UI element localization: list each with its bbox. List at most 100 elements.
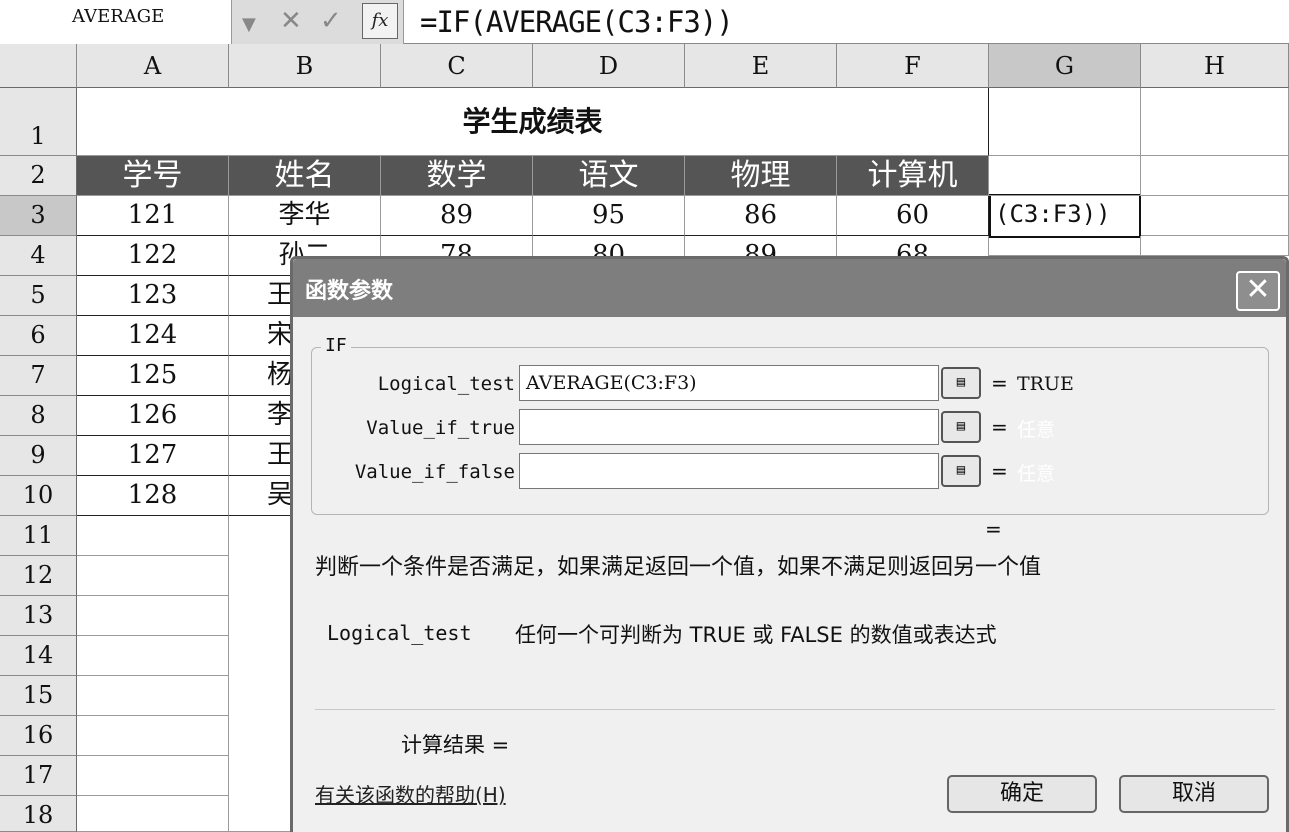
cell-a9[interactable]: 127	[77, 436, 229, 476]
cell-e3[interactable]: 86	[685, 196, 837, 236]
cell-g2[interactable]	[989, 156, 1141, 196]
value-if-false-input[interactable]	[519, 453, 939, 489]
cell-a16[interactable]	[77, 716, 229, 756]
function-help-link[interactable]: 有关该函数的帮助(H)	[315, 779, 506, 808]
header-cell-physics[interactable]: 物理	[685, 156, 837, 196]
cancel-button[interactable]: 取消	[1119, 775, 1269, 813]
column-header-g[interactable]: G	[989, 44, 1141, 88]
cell-a13[interactable]	[77, 596, 229, 636]
row-header-15[interactable]: 15	[0, 676, 77, 716]
function-description: 判断一个条件是否满足，如果满足返回一个值，如果不满足则返回另一个值	[315, 555, 1042, 580]
dialog-title-bar[interactable]: 函数参数 ✕	[293, 259, 1286, 317]
cell-f3[interactable]: 60	[837, 196, 989, 236]
cell-a15[interactable]	[77, 676, 229, 716]
cell-h2[interactable]	[1141, 156, 1289, 196]
column-header-e[interactable]: E	[685, 44, 837, 88]
row-header-1[interactable]: 1	[0, 88, 77, 156]
row-header-2[interactable]: 2	[0, 156, 77, 196]
value-if-false-result: 任意	[1017, 463, 1056, 485]
sheet-title[interactable]: 学生成绩表	[77, 88, 989, 156]
row-header-9[interactable]: 9	[0, 436, 77, 476]
enter-icon[interactable]: ✓	[320, 6, 342, 36]
calculation-result-label: 计算结果 =	[401, 733, 510, 757]
formula-result-equals: =	[985, 517, 1002, 541]
name-box[interactable]: AVERAGE	[0, 0, 232, 44]
column-header-d[interactable]: D	[533, 44, 685, 88]
cell-a5[interactable]: 123	[77, 276, 229, 316]
insert-function-button[interactable]: fx	[362, 3, 398, 39]
dialog-body: IF Logical_test AVERAGE(C3:F3) ▤ = TRUE …	[293, 317, 1286, 832]
header-cell-math[interactable]: 数学	[381, 156, 533, 196]
logical-test-input[interactable]: AVERAGE(C3:F3)	[519, 365, 939, 401]
function-arguments-dialog: 函数参数 ✕ IF Logical_test AVERAGE(C3:F3) ▤ …	[290, 256, 1289, 832]
cell-a17[interactable]	[77, 756, 229, 796]
header-cell-computer[interactable]: 计算机	[837, 156, 989, 196]
value-if-false-equals: =	[991, 459, 1008, 483]
header-cell-id[interactable]: 学号	[77, 156, 229, 196]
column-header-b[interactable]: B	[229, 44, 381, 88]
function-name-legend: IF	[321, 335, 351, 356]
active-cell-g3[interactable]: (C3:F3))	[989, 194, 1141, 238]
row-header-3[interactable]: 3	[0, 196, 77, 236]
column-header-c[interactable]: C	[381, 44, 533, 88]
value-if-true-input[interactable]	[519, 409, 939, 445]
dialog-title: 函数参数	[305, 279, 394, 304]
cancel-icon[interactable]: ✕	[280, 6, 302, 36]
logical-test-collapse-icon[interactable]: ▤	[941, 367, 981, 399]
value-if-true-label: Value_if_true	[366, 417, 515, 439]
row-header-12[interactable]: 12	[0, 556, 77, 596]
logical-test-equals: =	[991, 371, 1008, 395]
row-header-4[interactable]: 4	[0, 236, 77, 276]
cell-g1[interactable]	[989, 88, 1141, 156]
row-header-10[interactable]: 10	[0, 476, 77, 516]
logical-test-label: Logical_test	[377, 373, 515, 395]
row-header-13[interactable]: 13	[0, 596, 77, 636]
cell-a10[interactable]: 128	[77, 476, 229, 516]
cell-h3[interactable]	[1141, 196, 1289, 236]
formula-bar: AVERAGE ▼ ✕ ✓ fx =IF(AVERAGE(C3:F3))	[0, 0, 1289, 44]
cell-d3[interactable]: 95	[533, 196, 685, 236]
logical-test-result: TRUE	[1017, 373, 1074, 395]
cell-c3[interactable]: 89	[381, 196, 533, 236]
column-header-h[interactable]: H	[1141, 44, 1289, 88]
dialog-separator	[315, 709, 1275, 710]
column-header-f[interactable]: F	[837, 44, 989, 88]
cell-a12[interactable]	[77, 556, 229, 596]
column-header-a[interactable]: A	[77, 44, 229, 88]
cell-a8[interactable]: 126	[77, 396, 229, 436]
cell-a18[interactable]	[77, 796, 229, 832]
cell-g4[interactable]	[989, 236, 1141, 256]
cell-a6[interactable]: 124	[77, 316, 229, 356]
header-cell-chinese[interactable]: 语文	[533, 156, 685, 196]
close-button[interactable]: ✕	[1236, 271, 1280, 311]
cell-a7[interactable]: 125	[77, 356, 229, 396]
value-if-true-equals: =	[991, 415, 1008, 439]
argument-help-name: Logical_test	[327, 621, 472, 645]
row-header-11[interactable]: 11	[0, 516, 77, 556]
value-if-true-result: 任意	[1017, 419, 1056, 441]
argument-help-text: 任何一个可判断为 TRUE 或 FALSE 的数值或表达式	[515, 623, 997, 647]
row-header-6[interactable]: 6	[0, 316, 77, 356]
row-header-14[interactable]: 14	[0, 636, 77, 676]
cell-h1[interactable]	[1141, 88, 1289, 156]
cell-a4[interactable]: 122	[77, 236, 229, 276]
cell-a3[interactable]: 121	[77, 196, 229, 236]
name-box-dropdown-icon[interactable]: ▼	[242, 10, 256, 40]
row-header-17[interactable]: 17	[0, 756, 77, 796]
cell-h4[interactable]	[1141, 236, 1289, 256]
row-header-18[interactable]: 18	[0, 796, 77, 832]
formula-input[interactable]: =IF(AVERAGE(C3:F3))	[420, 3, 734, 41]
value-if-true-collapse-icon[interactable]: ▤	[941, 411, 981, 443]
row-header-16[interactable]: 16	[0, 716, 77, 756]
select-all-corner[interactable]	[0, 44, 77, 88]
row-header-7[interactable]: 7	[0, 356, 77, 396]
cell-a11[interactable]	[77, 516, 229, 556]
cell-a14[interactable]	[77, 636, 229, 676]
value-if-false-label: Value_if_false	[354, 461, 515, 483]
header-cell-name[interactable]: 姓名	[229, 156, 381, 196]
row-header-5[interactable]: 5	[0, 276, 77, 316]
value-if-false-collapse-icon[interactable]: ▤	[941, 455, 981, 487]
ok-button[interactable]: 确定	[947, 775, 1097, 813]
row-header-8[interactable]: 8	[0, 396, 77, 436]
cell-b3[interactable]: 李华	[229, 196, 381, 236]
